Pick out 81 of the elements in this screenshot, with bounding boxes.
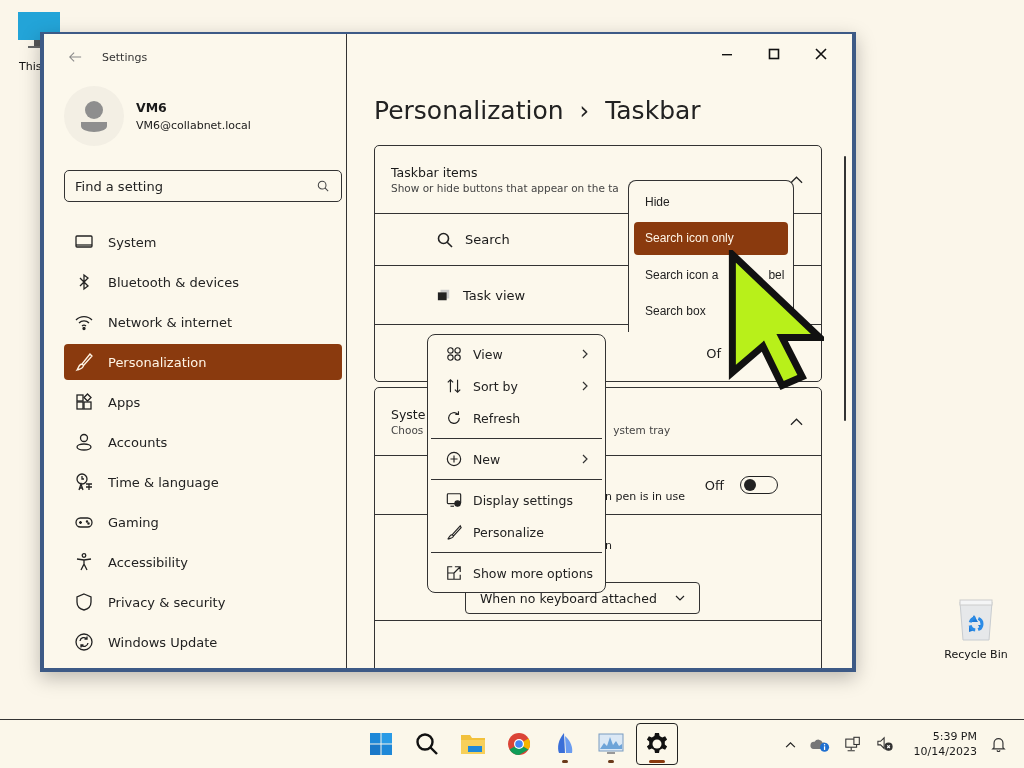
nav-item[interactable]: Personalization: [64, 344, 342, 380]
menu-item[interactable]: Sort by: [431, 370, 602, 402]
bell-icon[interactable]: [991, 736, 1006, 752]
plus-circle-icon: [446, 451, 462, 467]
nav-item[interactable]: Apps: [64, 384, 342, 420]
account-email: VM6@collabnet.local: [136, 119, 251, 132]
search-icon: [317, 180, 329, 192]
dropdown-option[interactable]: Search icon a bel: [634, 258, 788, 292]
search-icon: [415, 732, 439, 756]
chevron-up-icon[interactable]: [790, 417, 803, 426]
sort-icon: [446, 378, 462, 394]
menu-item[interactable]: View: [431, 338, 602, 370]
speaker-muted-icon[interactable]: [875, 736, 894, 752]
nav-item[interactable]: Time & language: [64, 464, 342, 500]
card-subtitle: Choos: [391, 424, 424, 436]
card-subtitle: Show or hide buttons that appear on the ta: [391, 182, 619, 194]
time-icon: [74, 472, 94, 492]
windows-start-icon: [369, 732, 393, 756]
nav-item[interactable]: Accounts: [64, 424, 342, 460]
close-icon[interactable]: [815, 48, 827, 60]
display-settings-icon: [446, 492, 462, 508]
toggle-state: Of: [706, 345, 721, 361]
mouse-pointer-icon: [728, 250, 824, 390]
row-label: n: [605, 539, 612, 552]
taskbar-button[interactable]: [636, 723, 678, 765]
search-icon: [437, 231, 453, 248]
network-icon[interactable]: [843, 735, 862, 753]
desktop-icon-label: Recycle Bin: [944, 648, 1008, 661]
shield-icon: [74, 592, 94, 612]
chevron-up-icon[interactable]: [784, 740, 796, 748]
menu-item[interactable]: Refresh: [431, 402, 602, 434]
gear-icon: [645, 732, 669, 756]
menu-item[interactable]: New: [431, 443, 602, 475]
nav-item[interactable]: Gaming: [64, 504, 342, 540]
recycle-bin-icon[interactable]: [958, 598, 994, 642]
scrollbar[interactable]: [844, 156, 846, 421]
folder-icon: [460, 732, 486, 756]
nav-item[interactable]: System: [64, 224, 342, 260]
chevron-down-icon: [674, 595, 685, 601]
expand-icon: [446, 565, 462, 581]
chrome-icon: [507, 732, 531, 756]
chevron-right-icon: [582, 454, 588, 464]
search-field[interactable]: Find a setting: [64, 170, 342, 202]
toggle-state: Off: [704, 477, 724, 493]
breadcrumb-parent[interactable]: Personalization: [374, 96, 564, 125]
back-arrow-icon[interactable]: [68, 50, 82, 64]
menu-item[interactable]: Display settings: [431, 484, 602, 516]
page-title: Taskbar: [605, 96, 701, 125]
dropdown-option[interactable]: Search icon only: [634, 221, 788, 255]
nav-item[interactable]: Windows Update: [64, 624, 342, 660]
dropdown-option[interactable]: Hide: [634, 185, 788, 219]
card-subtitle: ystem tray: [613, 424, 671, 436]
nav-item[interactable]: Privacy & security: [64, 584, 342, 620]
chevron-right-icon: [582, 381, 588, 391]
refresh-icon: [446, 410, 462, 426]
row-label: Task view: [463, 287, 526, 303]
nav-item[interactable]: Accessibility: [64, 544, 342, 580]
grid-icon: [446, 346, 462, 362]
maximize-icon[interactable]: [768, 48, 780, 60]
chevron-up-icon[interactable]: [790, 175, 803, 184]
accessibility-icon: [74, 552, 94, 572]
account-name: VM6: [136, 100, 168, 115]
avatar: [64, 86, 124, 146]
apps-icon: [74, 392, 94, 412]
clock[interactable]: 5:39 PM 10/14/2023: [913, 730, 977, 758]
breadcrumb-separator: ›: [579, 96, 590, 125]
task-view-icon: [437, 288, 451, 302]
brush-icon: [446, 524, 462, 540]
performance-monitor-icon: [598, 733, 624, 755]
card-title: Syste: [391, 407, 426, 422]
row-description: n pen is in use: [605, 489, 685, 503]
update-icon: [74, 632, 94, 652]
nav-item[interactable]: Network & internet: [64, 304, 342, 340]
row-label: Search: [465, 232, 510, 247]
nav-item[interactable]: Bluetooth & devices: [64, 264, 342, 300]
brush-icon: [74, 352, 94, 372]
menu-item[interactable]: Personalize: [431, 516, 602, 548]
card-title: Taskbar items: [391, 165, 478, 180]
person-icon: [74, 432, 94, 452]
chevron-right-icon: [582, 349, 588, 359]
window-title: Settings: [102, 50, 148, 64]
